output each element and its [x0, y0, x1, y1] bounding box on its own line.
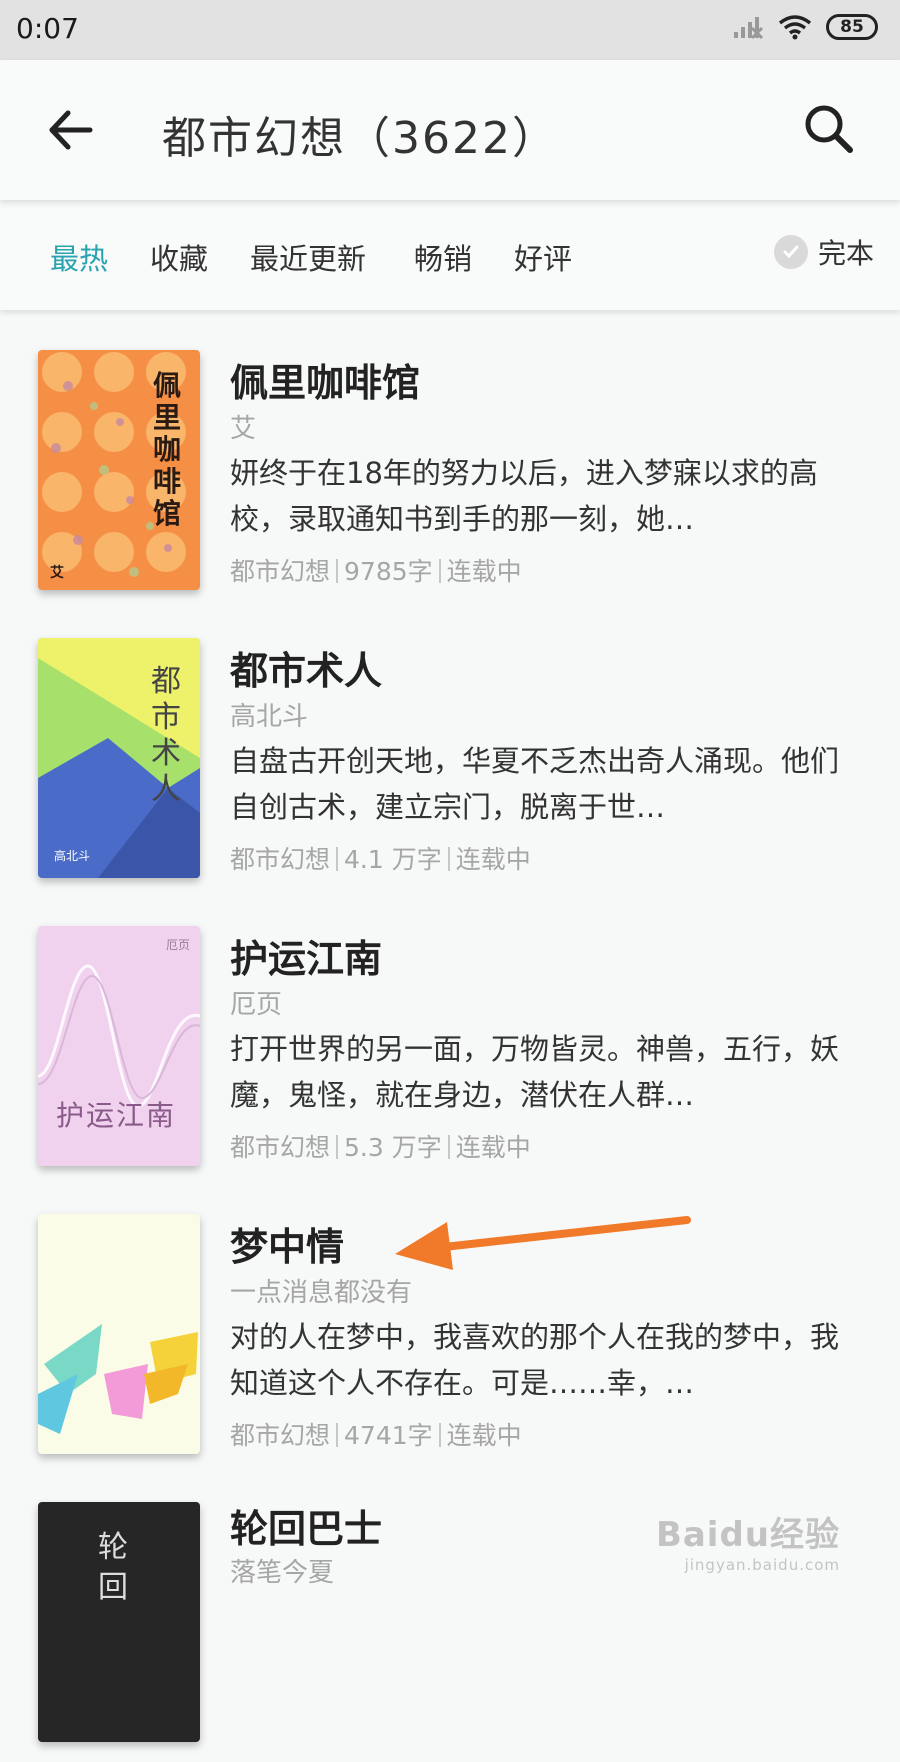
book-description: 自盘古开创天地，华夏不乏杰出奇人涌现。他们自创古术，建立宗门，脱离于世… — [230, 744, 840, 824]
book-meta: 都市幻想 5.3 万字 连载中 — [230, 1128, 531, 1164]
status-time: 0:07 — [16, 12, 79, 45]
divider — [447, 1135, 450, 1159]
book-meta: 都市幻想 9785字 连载中 — [230, 552, 522, 588]
book-cover: 都市术人 高北斗 — [38, 638, 200, 878]
book-word-count: 4741字 — [344, 1421, 433, 1450]
filter-tab-top-rated[interactable]: 好评 — [514, 236, 572, 278]
back-button[interactable] — [44, 102, 100, 158]
book-item[interactable]: 佩里咖啡馆 艾 佩里咖啡馆 艾 妍终于在18年的努力以后，进入梦寐以求的高校，录… — [0, 350, 900, 610]
cover-title: 护运江南 — [56, 1099, 177, 1132]
app-bar: 都市幻想（3622） — [0, 60, 900, 200]
book-cover — [38, 1214, 200, 1454]
book-author: 一点消息都没有 — [230, 1278, 413, 1308]
book-meta: 都市幻想 4741字 连载中 — [230, 1416, 522, 1452]
book-genre: 都市幻想 — [230, 845, 331, 874]
filter-bar: 最热 收藏 最近更新 畅销 好评 完本 — [0, 200, 900, 310]
cover-title: 都市术人 — [151, 664, 181, 807]
cover-author: 艾 — [50, 565, 64, 581]
book-title[interactable]: 轮回巴士 — [230, 1498, 382, 1553]
book-author: 厄页 — [230, 990, 283, 1020]
book-word-count: 9785字 — [344, 557, 433, 586]
book-status: 连载中 — [446, 557, 522, 586]
book-title[interactable]: 都市术人 — [230, 640, 382, 695]
book-status: 连载中 — [446, 1421, 522, 1450]
book-meta: 都市幻想 4.1 万字 连载中 — [230, 840, 531, 876]
book-author: 艾 — [230, 414, 257, 444]
battery-indicator: 85 — [826, 14, 878, 40]
complete-filter-toggle[interactable]: 完本 — [773, 232, 874, 272]
book-description: 对的人在梦中，我喜欢的那个人在我的梦中，我知道这个人不存在。可是……幸，… — [230, 1320, 840, 1400]
divider — [438, 1423, 441, 1447]
book-genre: 都市幻想 — [230, 557, 331, 586]
book-status: 连载中 — [455, 845, 531, 874]
status-bar: 0:07 85 — [0, 0, 900, 60]
divider — [438, 559, 441, 583]
book-author: 高北斗 — [230, 702, 309, 732]
divider — [336, 559, 339, 583]
cover-title: 轮回 — [98, 1530, 128, 1605]
cover-author: 高北斗 — [54, 849, 91, 863]
wifi-icon — [778, 15, 812, 40]
filter-tab-recent-update[interactable]: 最近更新 — [250, 236, 366, 278]
book-cover: 厄页 护运江南 — [38, 926, 200, 1166]
book-item[interactable]: 都市术人 高北斗 都市术人 高北斗 自盘古开创天地，华夏不乏杰出奇人涌现。他们自… — [0, 638, 900, 898]
watermark: Baidu经验 jingyan.baidu.com — [656, 1507, 840, 1574]
check-circle-icon — [773, 235, 808, 269]
search-icon — [805, 105, 853, 153]
book-cover: 轮回 — [38, 1502, 200, 1742]
cover-author: 厄页 — [165, 938, 190, 952]
battery-level: 85 — [840, 17, 864, 37]
annotation-arrow-icon — [395, 1216, 691, 1270]
page-title: 都市幻想（3622） — [162, 113, 558, 164]
book-cover: 佩里咖啡馆 艾 — [38, 350, 200, 590]
divider — [336, 847, 339, 871]
book-author: 落笔今夏 — [230, 1558, 335, 1588]
book-genre: 都市幻想 — [230, 1421, 331, 1450]
book-description: 打开世界的另一面，万物皆灵。神兽，五行，妖魔，鬼怪，就在身边，潜伏在人群… — [230, 1032, 840, 1112]
search-button[interactable] — [800, 100, 860, 160]
book-description: 妍终于在18年的努力以后，进入梦寐以求的高校，录取通知书到手的那一刻，她… — [230, 456, 818, 536]
divider — [336, 1135, 339, 1159]
filter-tab-bestselling[interactable]: 畅销 — [414, 236, 472, 278]
watermark-url: jingyan.baidu.com — [684, 1556, 840, 1574]
divider — [336, 1423, 339, 1447]
book-title[interactable]: 佩里咖啡馆 — [230, 352, 420, 407]
book-status: 连载中 — [455, 1133, 531, 1162]
book-title[interactable]: 梦中情 — [230, 1216, 344, 1271]
book-word-count: 5.3 万字 — [344, 1133, 442, 1162]
arrow-left-icon — [49, 110, 93, 150]
watermark-brand: Baidu经验 — [655, 1515, 840, 1555]
complete-label: 完本 — [817, 237, 874, 270]
signal-icon — [734, 17, 764, 40]
filter-tab-favorites[interactable]: 收藏 — [150, 236, 208, 278]
status-icons: 85 — [732, 14, 878, 40]
divider — [447, 847, 450, 871]
book-word-count: 4.1 万字 — [344, 845, 442, 874]
book-genre: 都市幻想 — [230, 1133, 331, 1162]
filter-tab-hot[interactable]: 最热 — [50, 236, 108, 278]
book-item[interactable]: 厄页 护运江南 护运江南 厄页 打开世界的另一面，万物皆灵。神兽，五行，妖魔，鬼… — [0, 926, 900, 1186]
cover-title: 佩里咖啡馆 — [152, 369, 181, 530]
book-title[interactable]: 护运江南 — [230, 928, 382, 983]
